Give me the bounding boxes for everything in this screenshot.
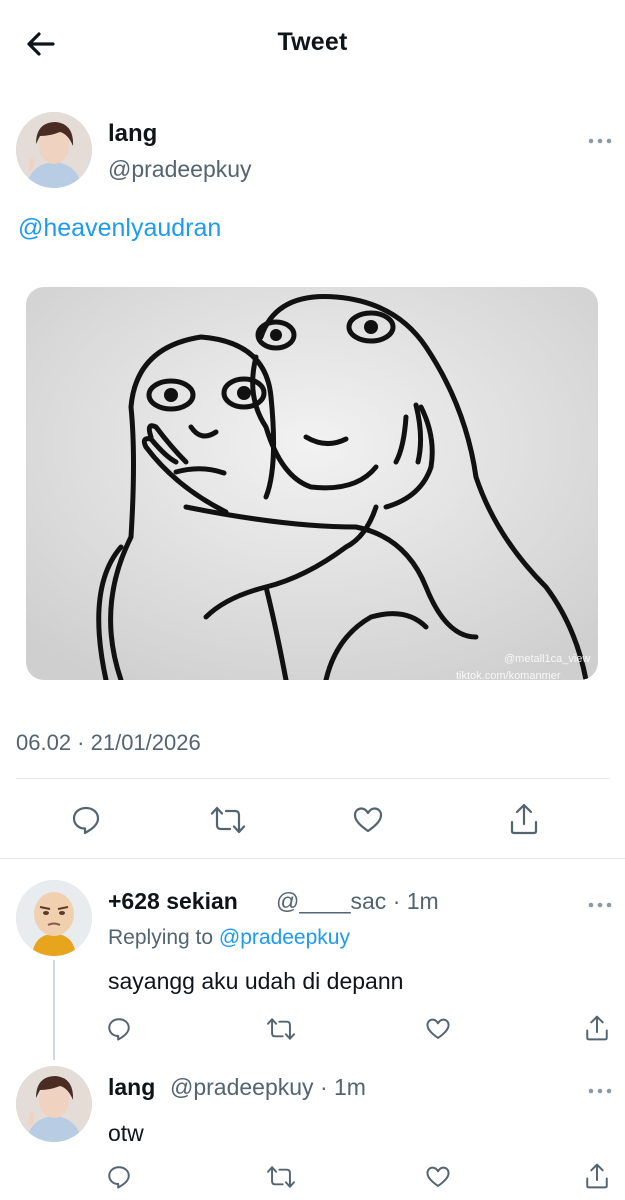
replying-to-link[interactable]: @pradeepkuy bbox=[219, 926, 350, 949]
reply-button[interactable] bbox=[70, 804, 102, 836]
reply-icon bbox=[72, 806, 100, 835]
divider bbox=[16, 778, 610, 779]
retweet-button[interactable] bbox=[266, 1164, 296, 1190]
avatar[interactable] bbox=[16, 1066, 92, 1142]
more-options-button[interactable] bbox=[588, 896, 612, 908]
profile-photo bbox=[16, 1066, 92, 1142]
more-options-button[interactable] bbox=[588, 132, 612, 144]
reply-text: sayangg aku udah di depann bbox=[108, 968, 404, 994]
top-bar: Tweet bbox=[0, 0, 625, 88]
more-icon bbox=[588, 1088, 612, 1094]
reply-author-name[interactable]: +628 sekian bbox=[108, 888, 238, 915]
like-icon bbox=[353, 807, 383, 833]
share-button[interactable] bbox=[508, 802, 540, 836]
avatar[interactable] bbox=[16, 112, 92, 188]
share-button[interactable] bbox=[584, 1014, 610, 1042]
retweet-button[interactable] bbox=[210, 804, 246, 836]
retweet-button[interactable] bbox=[266, 1016, 296, 1042]
reply-author-handle: @pradeepkuy · 1m bbox=[170, 1074, 366, 1101]
more-icon bbox=[588, 138, 612, 144]
share-icon bbox=[586, 1015, 608, 1041]
reply-time: · 1m bbox=[392, 888, 439, 914]
reply-author-name[interactable]: lang bbox=[108, 1074, 155, 1101]
like-icon bbox=[426, 1018, 450, 1039]
more-icon bbox=[588, 902, 612, 908]
thread-connector-line bbox=[53, 960, 55, 1060]
tweet-mention-link[interactable]: @heavenlyaudran bbox=[18, 214, 221, 243]
author-name[interactable]: lang bbox=[108, 120, 157, 148]
like-button[interactable] bbox=[352, 804, 384, 836]
like-button[interactable] bbox=[425, 1164, 451, 1190]
retweet-icon bbox=[267, 1018, 295, 1040]
tweet-image[interactable]: @metall1ca_view tiktok.com/komanmer bbox=[26, 287, 598, 680]
reply-button[interactable] bbox=[106, 1016, 132, 1042]
share-icon bbox=[510, 803, 538, 835]
profile-photo bbox=[16, 112, 92, 188]
reply-text: otw bbox=[108, 1120, 144, 1146]
like-button[interactable] bbox=[425, 1016, 451, 1042]
retweet-icon bbox=[267, 1166, 295, 1188]
profile-photo bbox=[16, 880, 92, 956]
reply-icon bbox=[108, 1018, 130, 1041]
reply-time: · 1m bbox=[319, 1074, 366, 1100]
share-button[interactable] bbox=[584, 1162, 610, 1190]
reply-button[interactable] bbox=[106, 1164, 132, 1190]
author-handle[interactable]: @pradeepkuy bbox=[108, 156, 252, 183]
watermark-text: @metall1ca_view bbox=[504, 653, 590, 665]
reply-author-handle: @____sac · 1m bbox=[276, 888, 439, 915]
retweet-icon bbox=[210, 806, 246, 834]
meme-drawing: @metall1ca_view tiktok.com/komanmer bbox=[26, 287, 598, 680]
like-icon bbox=[426, 1166, 450, 1187]
watermark-text: tiktok.com/komanmer bbox=[456, 670, 561, 680]
avatar[interactable] bbox=[16, 880, 92, 956]
reply-handle[interactable]: @____sac bbox=[276, 888, 386, 914]
tweet-timestamp[interactable]: 06.02 · 21/01/2026 bbox=[16, 730, 201, 756]
more-options-button[interactable] bbox=[588, 1082, 612, 1094]
page-title: Tweet bbox=[277, 28, 348, 56]
reply-handle[interactable]: @pradeepkuy bbox=[170, 1074, 314, 1100]
replying-to-label: Replying to @pradeepkuy bbox=[108, 926, 350, 950]
divider bbox=[0, 858, 625, 859]
replying-prefix: Replying to bbox=[108, 926, 219, 949]
share-icon bbox=[586, 1163, 608, 1189]
reply-icon bbox=[108, 1166, 130, 1189]
